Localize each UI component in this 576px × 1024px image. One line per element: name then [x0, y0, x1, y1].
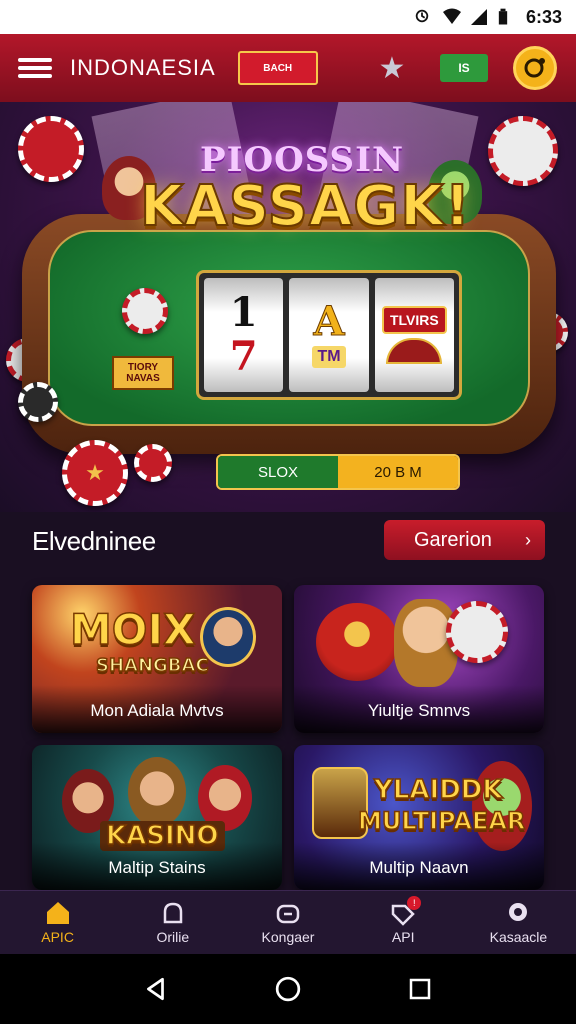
bottom-navigation: APIC Orilie Kongaer ! API Kasaacle — [0, 890, 576, 954]
game-card[interactable]: MOIX SHANGBAC Mon Adiala Mvtvs — [32, 585, 282, 733]
status-time: 6:33 — [525, 6, 562, 27]
region-badge[interactable]: BACH — [237, 51, 318, 85]
poker-chip — [18, 382, 58, 422]
back-icon[interactable] — [138, 971, 174, 1007]
reel-symbol: A — [313, 298, 345, 345]
card-caption: Yiultje Smnvs — [367, 701, 471, 720]
tag-icon: ! — [389, 896, 422, 926]
poker-chip — [122, 288, 168, 334]
battery-icon — [498, 8, 516, 26]
controller-icon — [274, 900, 302, 926]
poker-chip — [18, 116, 84, 182]
section-title: Elvedninee — [32, 526, 156, 556]
menu-icon[interactable] — [18, 54, 52, 82]
slot-reels[interactable]: 1 7 A TM TLVIRS — [196, 270, 462, 400]
nav-item-notifications[interactable]: Orilie — [115, 891, 230, 954]
card-logo-title: MOIX — [69, 604, 196, 655]
reel-symbol: TLVIRS — [381, 306, 447, 334]
notification-badge: ! — [407, 896, 422, 910]
nav-label: Orilie — [156, 929, 190, 945]
game-card[interactable]: Yiultje Smnvs — [294, 585, 544, 733]
reel-symbol: 1 — [229, 289, 258, 336]
hero-banner[interactable]: PIOOSSIN KASSAGK! TIORY NAVAS 1 7 A TM T… — [0, 102, 576, 512]
reel-symbol: TM — [312, 346, 346, 368]
favorites-star-icon[interactable]: ★ — [376, 54, 408, 84]
nav-item-profile[interactable]: Kasaacle — [461, 891, 576, 954]
user-ring-icon — [524, 58, 545, 78]
system-navigation-bar — [0, 954, 576, 1024]
star-icon: ★ — [85, 460, 105, 485]
poker-chip — [488, 116, 558, 186]
felt-card: TIORY NAVAS — [112, 356, 174, 390]
nav-label: APIC — [41, 929, 74, 945]
home-icon — [44, 900, 72, 926]
card-caption: Maltip Stains — [108, 858, 206, 877]
reel-symbol-fan — [386, 338, 443, 364]
alarm-icon — [414, 8, 432, 26]
reel-symbol: 7 — [229, 333, 258, 380]
game-card[interactable]: KASINO Maltip Stains — [32, 745, 282, 890]
bell-icon — [159, 900, 187, 926]
wallet-badge[interactable]: IS — [440, 54, 488, 82]
chevron-right-icon: › — [525, 529, 531, 550]
bet-toggle[interactable]: SLOX 20 B M — [216, 454, 460, 490]
card-logo-title: YLAIDDK — [373, 774, 503, 806]
card-caption: Mon Adiala Mvtvs — [90, 701, 224, 720]
nav-item-games[interactable]: Kongaer — [230, 891, 345, 954]
nav-label: API — [391, 929, 415, 945]
card-logo-subtitle: SHANGBAC — [95, 654, 209, 677]
app-bar: INDONAESIA BACH — [0, 34, 576, 102]
home-circle-icon[interactable] — [270, 971, 306, 1007]
slot-reel: A TM — [289, 278, 369, 392]
section-header: Elvedninee Garerion › — [0, 512, 576, 572]
nav-label: Kongaer — [261, 929, 315, 945]
app-title: INDONAESIA — [70, 55, 216, 80]
game-card[interactable]: YLAIDDK MULTIPAEAR Multip Naavn — [294, 745, 544, 890]
toggle-option-slot[interactable]: SLOX — [218, 456, 338, 488]
slot-reel: 1 7 — [204, 278, 284, 392]
poker-chip — [134, 444, 172, 482]
see-all-button[interactable]: Garerion › — [384, 520, 545, 560]
poker-chip — [446, 601, 508, 663]
see-all-label: Garerion — [414, 528, 492, 551]
card-logo-subtitle: MULTIPAEAR — [357, 806, 526, 836]
card-caption: Multip Naavn — [369, 858, 469, 877]
nav-item-home[interactable]: APIC — [0, 891, 115, 954]
nav-item-promotions[interactable]: ! API — [346, 891, 461, 954]
status-bar: 6:33 — [0, 0, 576, 34]
wifi-icon — [442, 8, 461, 26]
signal-icon — [470, 8, 488, 26]
slot-reel: TLVIRS — [374, 278, 454, 392]
recents-icon[interactable] — [402, 971, 438, 1007]
character-portrait — [128, 757, 186, 827]
slot-ball — [316, 603, 398, 681]
poker-chip: ★ — [62, 440, 128, 506]
profile-icon — [504, 900, 532, 926]
toggle-option-amount[interactable]: 20 B M — [338, 456, 458, 488]
hero-title: KASSAGK! — [139, 173, 472, 240]
nav-label: Kasaacle — [489, 929, 548, 945]
profile-avatar-button[interactable] — [513, 46, 557, 90]
